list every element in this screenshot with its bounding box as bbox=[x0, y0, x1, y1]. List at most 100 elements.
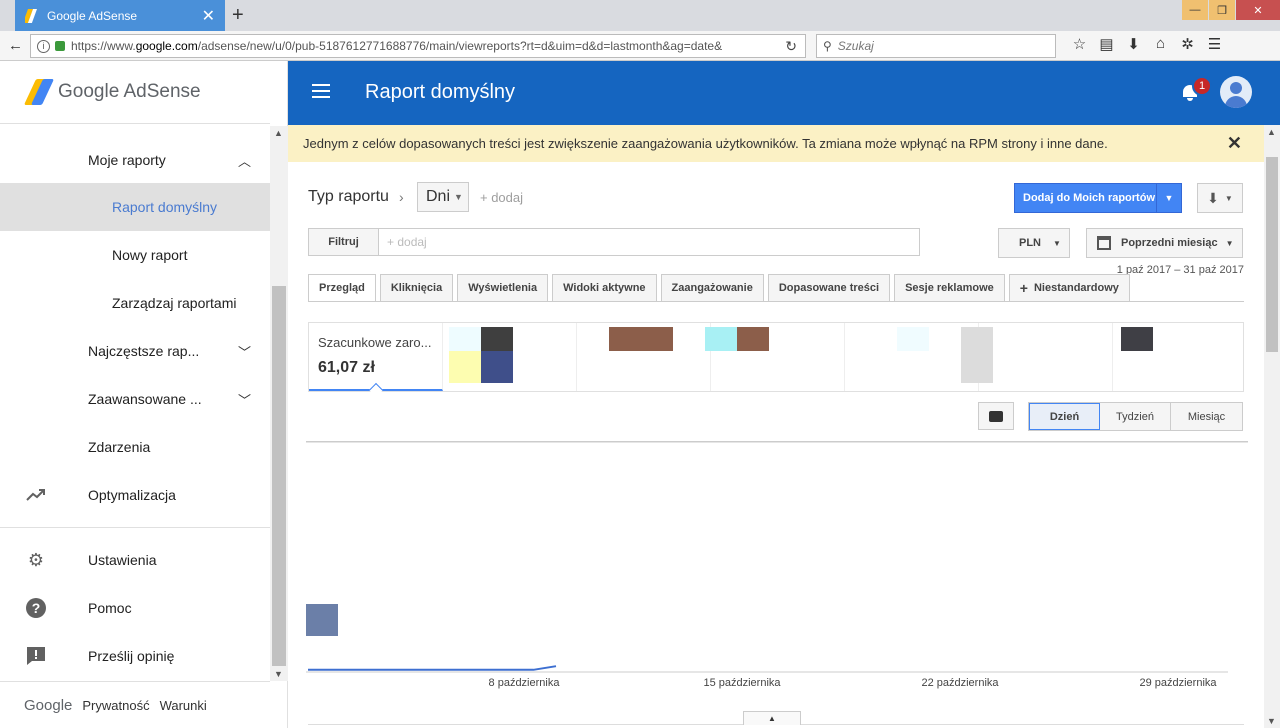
reading-list-icon[interactable]: ▤ bbox=[1093, 35, 1120, 53]
currency-value: PLN bbox=[1019, 237, 1041, 249]
home-icon[interactable]: ⌂ bbox=[1147, 35, 1174, 53]
earnings-chart: 8 października 15 października 22 paździer… bbox=[306, 441, 1248, 689]
metric-card-earnings[interactable]: Szacunkowe zaro... 61,07 zł bbox=[309, 323, 443, 398]
browser-tabbar: Google AdSense ✕ + — ❐ ✕ bbox=[0, 0, 1280, 31]
granularity-day-button[interactable]: Dzień bbox=[1029, 403, 1100, 430]
new-tab-icon[interactable]: + bbox=[232, 4, 244, 27]
sidebar-item-label: Zarządzaj raportami bbox=[112, 295, 237, 311]
close-tab-icon[interactable]: ✕ bbox=[202, 6, 215, 26]
sidebar-item-optimization[interactable]: Optymalizacja bbox=[0, 471, 270, 519]
sidebar-item-label: Ustawienia bbox=[88, 552, 157, 568]
scroll-down-icon[interactable]: ▼ bbox=[274, 669, 283, 679]
report-tabs: Przegląd Kliknięcia Wyświetlenia Widoki … bbox=[308, 274, 1134, 302]
x-tick-label: 22 października bbox=[921, 677, 999, 689]
granularity-week-button[interactable]: Tydzień bbox=[1100, 403, 1171, 430]
calendar-icon bbox=[1097, 236, 1111, 250]
scroll-down-icon[interactable]: ▼ bbox=[1267, 716, 1276, 726]
tab-clicks[interactable]: Kliknięcia bbox=[379, 274, 454, 302]
sidebar-item-settings[interactable]: ⚙ Ustawienia bbox=[0, 536, 270, 584]
extension-icon[interactable]: ✲ bbox=[1174, 35, 1201, 53]
hamburger-menu-icon[interactable] bbox=[312, 84, 330, 98]
window-controls: — ❐ ✕ bbox=[1181, 0, 1280, 20]
obscured-block bbox=[737, 327, 769, 351]
tab-overview[interactable]: Przegląd bbox=[308, 274, 376, 302]
tab-title: Google AdSense bbox=[47, 8, 138, 23]
chevron-down-icon: ﹀ bbox=[238, 344, 252, 360]
bookmark-star-icon[interactable]: ☆ bbox=[1066, 35, 1093, 53]
caret-down-icon[interactable]: ▼ bbox=[1156, 184, 1181, 212]
add-dimension-link[interactable]: + dodaj bbox=[480, 190, 523, 205]
filter-input[interactable]: + dodaj bbox=[379, 229, 427, 255]
filter-button[interactable]: Filtruj bbox=[309, 229, 379, 255]
lock-icon bbox=[55, 41, 65, 51]
scrollbar-thumb[interactable] bbox=[272, 286, 286, 666]
sidebar-item-label: Nowy raport bbox=[112, 247, 188, 263]
sidebar-item-advanced[interactable]: Zaawansowane ... ﹀ bbox=[0, 375, 270, 423]
gear-icon: ⚙ bbox=[27, 549, 45, 570]
sidebar-item-new-report[interactable]: Nowy raport bbox=[0, 231, 270, 279]
sidebar-scrollbar[interactable]: ▲ ▼ bbox=[270, 126, 288, 681]
download-icon: ⬇ bbox=[1207, 189, 1219, 206]
sidebar-item-feedback[interactable]: Prześlij opinię bbox=[0, 632, 270, 680]
x-tick-label: 15 października bbox=[703, 677, 781, 689]
maximize-icon[interactable]: ❐ bbox=[1209, 0, 1235, 20]
tab-custom[interactable]: + Niestandardowy bbox=[1008, 274, 1130, 302]
scroll-up-icon[interactable]: ▲ bbox=[1267, 127, 1276, 137]
url-bar[interactable]: i https://www. google.com/adsense/new/u/0… bbox=[30, 34, 806, 58]
download-icon[interactable]: ⬇ bbox=[1120, 35, 1147, 53]
granularity-month-button[interactable]: Miesiąc bbox=[1171, 403, 1242, 430]
divider bbox=[0, 123, 270, 124]
notification-badge[interactable]: 1 bbox=[1192, 76, 1212, 96]
sidebar: Google AdSense Moje raporty ︿ Raport dom… bbox=[0, 61, 288, 728]
back-arrow-icon[interactable]: ← bbox=[8, 37, 23, 54]
dimension-value: Dni bbox=[426, 188, 451, 205]
main-scrollbar[interactable]: ▲ ▼ bbox=[1264, 125, 1280, 728]
privacy-link[interactable]: Prywatność bbox=[82, 698, 149, 713]
scroll-up-icon[interactable]: ▲ bbox=[274, 128, 283, 138]
tab-ad-sessions[interactable]: Sesje reklamowe bbox=[894, 274, 1005, 302]
avatar[interactable] bbox=[1220, 76, 1252, 108]
sidebar-item-my-reports[interactable]: Moje raporty ︿ bbox=[0, 136, 270, 184]
sidebar-item-manage-reports[interactable]: Zarządzaj raportami bbox=[0, 279, 270, 327]
annotation-button[interactable] bbox=[978, 402, 1014, 430]
metric-card[interactable] bbox=[979, 323, 1113, 391]
currency-select[interactable]: PLN ▼ bbox=[998, 228, 1070, 258]
minimize-icon[interactable]: — bbox=[1182, 0, 1208, 20]
info-banner: Jednym z celów dopasowanych treści jest … bbox=[288, 125, 1264, 162]
add-to-my-reports-button[interactable]: Dodaj do Moich raportów ▼ bbox=[1014, 183, 1182, 213]
obscured-block bbox=[481, 351, 513, 383]
collapse-chart-icon[interactable]: ▲ bbox=[743, 711, 801, 725]
download-button[interactable]: ⬇ ▼ bbox=[1197, 183, 1243, 213]
divider bbox=[0, 527, 270, 528]
reload-icon[interactable]: ↻ bbox=[785, 38, 797, 55]
sidebar-item-events[interactable]: Zdarzenia bbox=[0, 423, 270, 471]
report-type-label: Typ raportu bbox=[308, 188, 389, 205]
scrollbar-thumb[interactable] bbox=[1266, 157, 1278, 352]
info-icon[interactable]: i bbox=[37, 39, 50, 53]
date-range: 1 paź 2017 – 31 paź 2017 bbox=[1116, 264, 1244, 276]
close-icon[interactable]: ✕ bbox=[1227, 133, 1242, 154]
divider bbox=[308, 301, 1244, 302]
sidebar-item-default-report[interactable]: Raport domyślny bbox=[0, 183, 270, 231]
sidebar-item-label: Optymalizacja bbox=[88, 487, 176, 503]
browser-tab[interactable]: Google AdSense ✕ bbox=[15, 0, 225, 31]
selected-pointer bbox=[368, 382, 384, 398]
tab-active-views[interactable]: Widoki aktywne bbox=[552, 274, 657, 302]
close-window-icon[interactable]: ✕ bbox=[1236, 0, 1280, 20]
tab-matched-content[interactable]: Dopasowane treści bbox=[767, 274, 891, 302]
filter-bar: Filtruj + dodaj bbox=[308, 228, 920, 256]
url-prefix: https://www. bbox=[71, 39, 136, 53]
menu-icon[interactable]: ☰ bbox=[1201, 35, 1228, 53]
url-host: google.com bbox=[135, 39, 198, 53]
dimension-select[interactable]: Dni ▼ bbox=[417, 182, 469, 212]
tab-impressions[interactable]: Wyświetlenia bbox=[457, 274, 549, 302]
browser-search-input[interactable]: ⚲ Szukaj bbox=[816, 34, 1056, 58]
search-placeholder: Szukaj bbox=[837, 39, 874, 53]
adsense-logo[interactable]: Google AdSense bbox=[23, 79, 201, 105]
tab-engagement[interactable]: Zaangażowanie bbox=[660, 274, 764, 302]
sidebar-item-help[interactable]: ? Pomoc bbox=[0, 584, 270, 632]
sidebar-item-common-reports[interactable]: Najczęstsze rap... ﹀ bbox=[0, 327, 270, 375]
period-select[interactable]: Poprzedni miesiąc ▼ bbox=[1086, 228, 1243, 258]
caret-down-icon: ▼ bbox=[1053, 238, 1061, 248]
terms-link[interactable]: Warunki bbox=[160, 698, 207, 713]
